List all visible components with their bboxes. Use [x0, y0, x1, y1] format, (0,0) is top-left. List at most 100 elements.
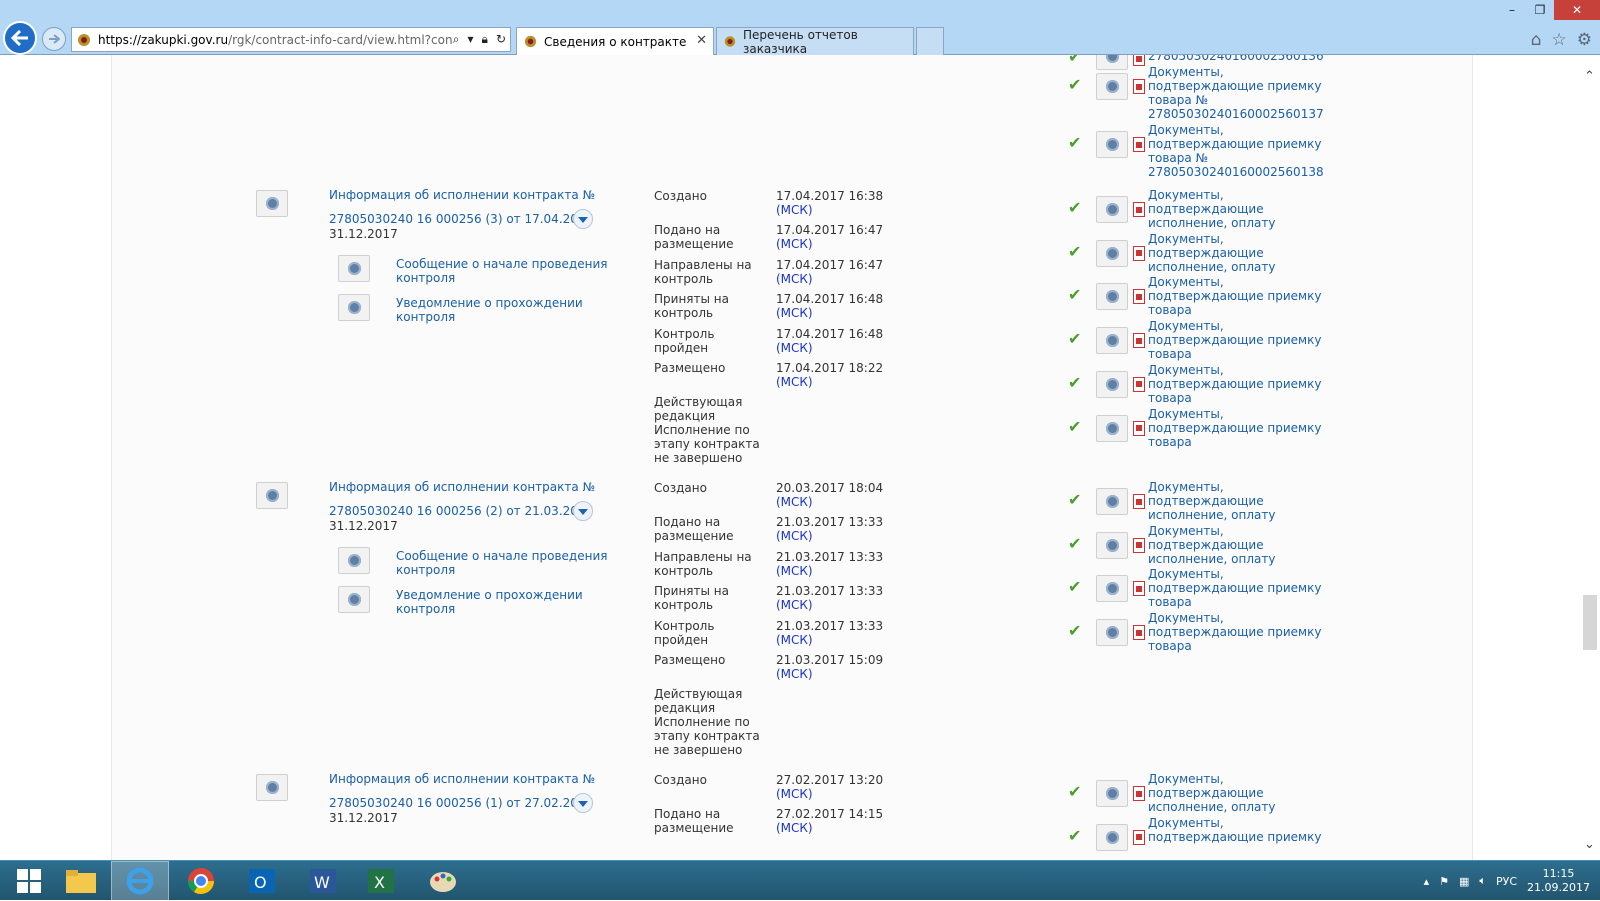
signature-info-button[interactable] — [1096, 488, 1128, 515]
pdf-icon[interactable] — [1133, 79, 1145, 94]
document-link[interactable]: Документы, подтверждающие приемку товара — [1148, 275, 1321, 317]
restore-button[interactable]: ❐ — [1526, 0, 1554, 20]
sub-document-seal-button[interactable] — [338, 586, 370, 613]
pdf-icon[interactable] — [1133, 420, 1145, 436]
pdf-icon[interactable] — [1133, 289, 1145, 305]
close-tab-icon[interactable]: ✕ — [696, 33, 707, 48]
search-icon[interactable]: ⌕ — [453, 32, 460, 47]
document-link[interactable]: Документы, подтверждающие приемку товара №… — [1148, 123, 1324, 179]
excel-button[interactable]: X — [352, 861, 410, 901]
file-explorer-button[interactable] — [52, 861, 110, 901]
report-seal-button[interactable] — [256, 774, 288, 801]
document-link[interactable]: Документы, подтверждающие приемку товара — [1148, 611, 1321, 653]
signature-info-button[interactable] — [1096, 531, 1128, 559]
pdf-icon[interactable] — [1133, 376, 1145, 392]
forward-button[interactable] — [42, 27, 66, 51]
signature-info-button[interactable] — [1096, 414, 1128, 442]
action-center-icon[interactable]: ⚑ — [1439, 875, 1449, 888]
signature-info-button[interactable] — [1096, 823, 1128, 851]
pdf-icon[interactable] — [1133, 333, 1145, 349]
network-icon[interactable]: ▦ — [1459, 875, 1469, 888]
pdf-icon[interactable] — [1133, 494, 1145, 509]
report-title-link[interactable]: Информация об исполнении контракта № — [329, 188, 595, 202]
pdf-icon[interactable] — [1133, 245, 1145, 261]
scroll-down-icon[interactable]: ⌄ — [1584, 837, 1595, 852]
sub-document-link[interactable]: Сообщение о начале проведения контроля — [396, 257, 607, 285]
pdf-icon[interactable] — [1133, 625, 1145, 641]
pdf-icon[interactable] — [1133, 137, 1145, 152]
word-button[interactable]: W — [294, 861, 352, 901]
tray-expand-icon[interactable]: ▴ — [1424, 875, 1430, 888]
dropdown-icon[interactable]: ▾ — [468, 32, 474, 47]
pdf-icon[interactable] — [1133, 829, 1145, 845]
tab-customer-reports[interactable]: Перечень отчетов заказчика — [716, 27, 914, 56]
document-link[interactable]: Документы, подтверждающие исполнение, опла… — [1148, 188, 1275, 230]
chrome-button[interactable] — [172, 861, 230, 901]
minimize-button[interactable]: – — [1498, 0, 1526, 20]
document-link[interactable]: Документы, подтверждающие исполнение, опла… — [1148, 772, 1275, 814]
signature-info-button[interactable] — [1096, 196, 1128, 223]
signature-info-button[interactable] — [1096, 780, 1128, 807]
vertical-scrollbar[interactable]: ⌃ ⌄ — [1580, 55, 1600, 860]
document-link[interactable]: Документы, подтверждающие приемку товара №… — [1148, 65, 1324, 121]
home-icon[interactable]: ⌂ — [1531, 30, 1542, 50]
sub-document-seal-button[interactable] — [338, 547, 370, 574]
signature-info-button[interactable] — [1096, 73, 1128, 100]
signature-info-button[interactable] — [1096, 327, 1128, 355]
signature-info-button[interactable] — [1096, 575, 1128, 603]
sub-document-link[interactable]: Уведомление о прохождении контроля — [396, 296, 583, 324]
signature-info-button[interactable] — [1096, 370, 1128, 398]
address-bar[interactable]: https://zakupki.gov.ru/rgk/contract-info… — [71, 27, 511, 52]
report-title-link[interactable]: Информация об исполнении контракта № — [329, 480, 595, 494]
scroll-thumb[interactable] — [1583, 595, 1597, 650]
close-window-button[interactable]: ✕ — [1554, 0, 1600, 20]
signature-info-button[interactable] — [1096, 619, 1128, 647]
pdf-icon[interactable] — [1133, 202, 1145, 217]
tab-contract-info[interactable]: Сведения о контракте ✕ — [516, 27, 714, 55]
report-number-link[interactable]: 27805030240 16 000256 (1) от 27.02.2017 — [329, 796, 593, 810]
pdf-icon[interactable] — [1133, 581, 1145, 597]
document-link[interactable]: Документы, подтверждающие исполнение, опла… — [1148, 480, 1275, 522]
document-link[interactable]: Документы, подтверждающие приемку товара — [1148, 567, 1321, 609]
volume-icon[interactable]: 🔈︎ — [1479, 874, 1486, 888]
report-title-link[interactable]: Информация об исполнении контракта № — [329, 772, 595, 786]
language-indicator[interactable]: РУС — [1496, 875, 1517, 888]
document-link[interactable]: Документы, подтверждающие приемку товара — [1148, 407, 1321, 449]
gear-icon[interactable]: ⚙ — [1577, 30, 1592, 50]
document-link[interactable]: Документы, подтверждающие исполнение, опла… — [1148, 232, 1275, 274]
signature-info-button[interactable] — [1096, 283, 1128, 311]
lock-icon[interactable]: 🔒︎ — [482, 32, 488, 47]
sub-document-link[interactable]: Уведомление о прохождении контроля — [396, 588, 583, 616]
expand-dropdown-button[interactable] — [573, 209, 593, 229]
document-link[interactable]: Документы, подтверждающие исполнение, опла… — [1148, 524, 1275, 566]
paint-button[interactable] — [414, 861, 472, 901]
outlook-button[interactable]: O — [233, 861, 291, 901]
expand-dropdown-button[interactable] — [573, 793, 593, 813]
signature-info-button[interactable] — [1096, 131, 1128, 158]
pdf-icon[interactable] — [1133, 55, 1145, 66]
signature-info-button[interactable] — [1096, 239, 1128, 267]
start-button[interactable] — [0, 861, 58, 901]
sub-document-seal-button[interactable] — [338, 255, 370, 282]
expand-dropdown-button[interactable] — [573, 501, 593, 521]
report-seal-button[interactable] — [256, 482, 288, 509]
pdf-icon[interactable] — [1133, 537, 1145, 553]
signature-info-button[interactable] — [1096, 55, 1128, 70]
report-number-link[interactable]: 27805030240 16 000256 (2) от 21.03.2017 — [329, 504, 593, 518]
new-tab-button[interactable] — [916, 27, 944, 55]
document-link[interactable]: Документы, подтверждающие приемку товара — [1148, 363, 1321, 405]
document-link[interactable]: Документы, подтверждающие приемку товара — [1148, 319, 1321, 361]
report-number-link[interactable]: 27805030240 16 000256 (3) от 17.04.2017 — [329, 212, 593, 226]
document-link[interactable]: 27805030240160002560136 — [1148, 55, 1324, 63]
scroll-up-icon[interactable]: ⌃ — [1584, 69, 1595, 84]
internet-explorer-button[interactable] — [111, 861, 169, 901]
refresh-icon[interactable]: ↻ — [496, 32, 506, 47]
sub-document-link[interactable]: Сообщение о начале проведения контроля — [396, 549, 607, 577]
back-button[interactable] — [3, 21, 37, 55]
pdf-icon[interactable] — [1133, 786, 1145, 801]
report-seal-button[interactable] — [256, 190, 288, 217]
favorites-icon[interactable]: ☆ — [1552, 30, 1567, 50]
document-link[interactable]: Документы, подтверждающие приемку — [1148, 816, 1321, 844]
sub-document-seal-button[interactable] — [338, 294, 370, 321]
clock[interactable]: 11:15 21.09.2017 — [1527, 867, 1590, 895]
